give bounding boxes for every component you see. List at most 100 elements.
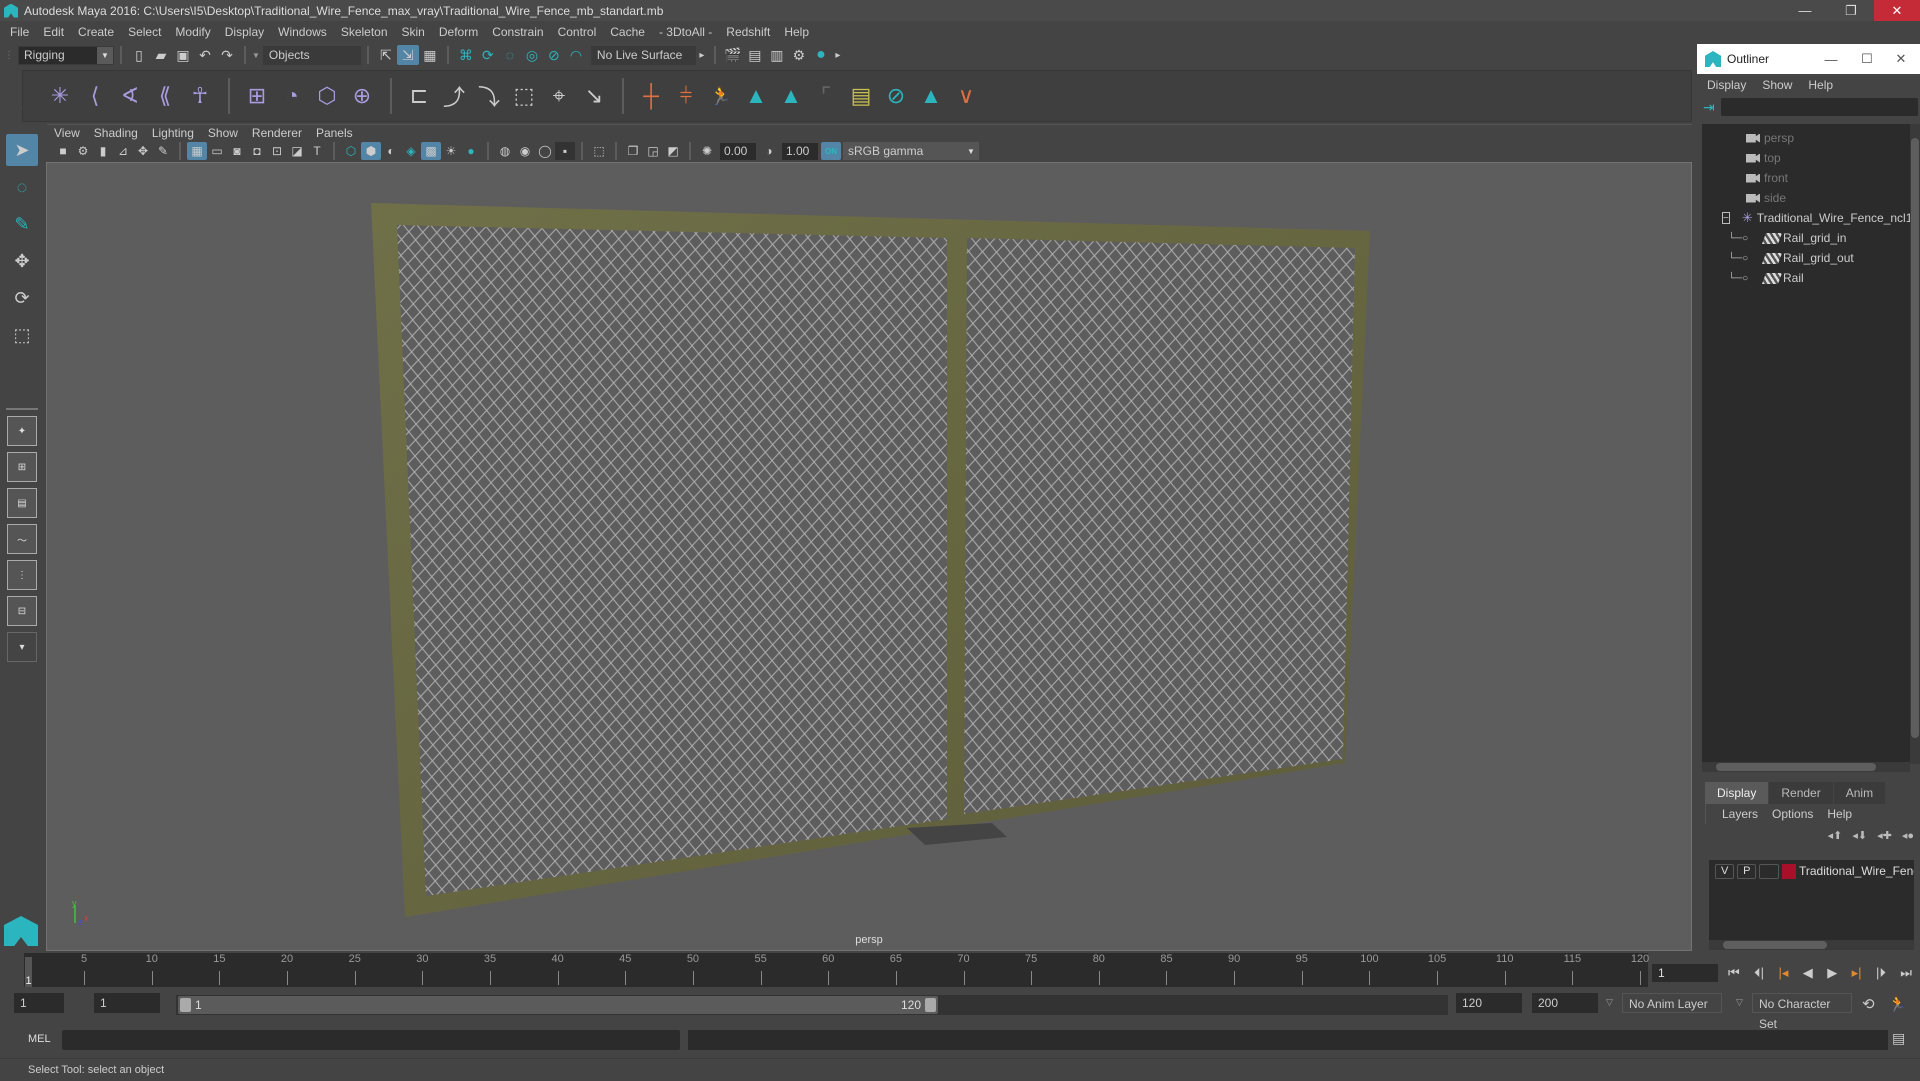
bookmark-icon[interactable]: ▮ xyxy=(93,142,113,160)
character-icon[interactable]: 🏃 xyxy=(704,79,738,113)
grease-pencil-icon[interactable]: ✎ xyxy=(153,142,173,160)
panel-menu-view[interactable]: View xyxy=(54,126,80,140)
scrollbar-thumb[interactable] xyxy=(1911,138,1919,738)
snap-curve-icon[interactable]: ⟳ xyxy=(477,45,499,65)
menu-set-dropdown[interactable]: Rigging ▼ xyxy=(18,45,114,65)
layer-horizontal-scrollbar[interactable] xyxy=(1709,940,1914,950)
play-forwards-icon[interactable]: ▶ xyxy=(1827,965,1837,981)
animation-end-field[interactable]: 200 xyxy=(1532,993,1598,1013)
ipr-render-icon[interactable]: ▥ xyxy=(766,45,788,65)
open-scene-icon[interactable]: ▰ xyxy=(150,45,172,65)
chevron-down-icon[interactable]: ▼ xyxy=(252,51,260,60)
persp-graph-layout-icon[interactable]: 〜 xyxy=(7,524,37,554)
outliner-item-rail-grid-out[interactable]: └─○ Rail_grid_out xyxy=(1702,248,1910,268)
chevron-down-icon[interactable]: ▽ xyxy=(1606,997,1613,1008)
persp-graph-hypergraph-layout-icon[interactable]: ⊟ xyxy=(7,596,37,626)
collapse-arrow-icon[interactable]: ▸ xyxy=(696,45,708,65)
xray-active-icon[interactable]: ◲ xyxy=(643,142,663,160)
range-slider-bar[interactable]: 1 120 xyxy=(178,996,938,1014)
pole-vector-icon[interactable]: ↘ xyxy=(577,79,611,113)
menu-control[interactable]: Control xyxy=(558,25,597,39)
cluster-icon[interactable]: ⊕ xyxy=(345,79,379,113)
perspective-viewport[interactable]: y z x persp xyxy=(46,162,1692,951)
safe-action-icon[interactable]: ◪ xyxy=(287,142,307,160)
snap-magnet-icon[interactable]: ◠ xyxy=(565,45,587,65)
new-layer-icon[interactable]: ◂✚ xyxy=(1877,829,1892,842)
isolate-select-icon[interactable]: ⬚ xyxy=(589,142,609,160)
render-view-icon[interactable]: 🎬 xyxy=(722,45,744,65)
go-to-end-icon[interactable]: ⏭ xyxy=(1900,965,1912,981)
exposure-field[interactable]: 0.00 xyxy=(720,142,756,160)
wireframe-icon[interactable]: ⬡ xyxy=(341,142,361,160)
range-start-handle[interactable] xyxy=(180,998,191,1012)
persp-outliner-layout-icon[interactable]: ▤ xyxy=(7,488,37,518)
step-forward-key-icon[interactable]: ▸| xyxy=(1852,965,1862,981)
outliner-item-front[interactable]: front xyxy=(1702,168,1910,188)
anti-aliasing-icon[interactable]: ◯ xyxy=(535,142,555,160)
menu-skin[interactable]: Skin xyxy=(402,25,425,39)
undo-icon[interactable]: ↶ xyxy=(194,45,216,65)
layer-display-type-toggle[interactable] xyxy=(1759,863,1779,879)
restore-button[interactable]: ❐ xyxy=(1828,0,1874,21)
field-chart-icon[interactable]: ⊡ xyxy=(267,142,287,160)
menu-edit[interactable]: Edit xyxy=(43,25,64,39)
minimize-button[interactable]: — xyxy=(1782,0,1828,21)
screen-space-ao-icon[interactable]: ◍ xyxy=(495,142,515,160)
outliner-vertical-scrollbar[interactable] xyxy=(1910,124,1920,764)
orient-constraint-icon[interactable]: ⤵ xyxy=(472,79,506,113)
playback-end-field[interactable]: 120 xyxy=(1456,993,1522,1013)
select-hierarchy-icon[interactable]: ⇱ xyxy=(375,45,397,65)
paint-weights-icon[interactable]: ◔ xyxy=(275,79,309,113)
snap-view-plane-icon[interactable]: ◎ xyxy=(521,45,543,65)
layer-menu-options[interactable]: Options xyxy=(1772,807,1813,821)
backface-culling-icon[interactable]: ◩ xyxy=(663,142,683,160)
2d-pan-zoom-icon[interactable]: ✥ xyxy=(133,142,153,160)
outliner-item-fence-group[interactable]: − ✳ Traditional_Wire_Fence_ncl1 xyxy=(1702,208,1910,228)
select-tool-icon[interactable]: ➤ xyxy=(6,134,38,166)
display-layer-icon[interactable]: ▤ xyxy=(844,79,878,113)
gate-mask-icon[interactable]: ◘ xyxy=(247,142,267,160)
textured-icon[interactable]: ▩ xyxy=(421,142,441,160)
resolution-gate-icon[interactable]: ◙ xyxy=(227,142,247,160)
select-object-icon[interactable]: ⇲ xyxy=(396,45,419,65)
safe-title-icon[interactable]: T xyxy=(307,142,327,160)
panel-menu-panels[interactable]: Panels xyxy=(316,126,353,140)
render-settings-icon[interactable]: ⚙ xyxy=(788,45,810,65)
hypershade-icon[interactable]: ● xyxy=(810,45,832,65)
select-component-icon[interactable]: ▦ xyxy=(419,45,441,65)
layer-menu-layers[interactable]: Layers xyxy=(1722,807,1758,821)
mirror-joint-icon[interactable]: ∢ xyxy=(113,79,147,113)
outliner-minimize-button[interactable]: — xyxy=(1814,44,1848,74)
scrollbar-thumb[interactable] xyxy=(1723,941,1827,949)
menu-create[interactable]: Create xyxy=(78,25,114,39)
collapse-arrow-icon[interactable]: ▸ xyxy=(832,45,844,65)
menu-windows[interactable]: Windows xyxy=(278,25,327,39)
ik-handle-icon[interactable]: ⟪ xyxy=(148,79,182,113)
maya-script-icon-1[interactable]: ▲ xyxy=(739,79,773,113)
filter-icon[interactable]: ⇥ xyxy=(1703,99,1715,116)
xray-joints-icon[interactable]: ❐ xyxy=(623,142,643,160)
select-camera-icon[interactable]: ■ xyxy=(53,142,73,160)
render-current-frame-icon[interactable]: ▤ xyxy=(744,45,766,65)
move-layer-up-icon[interactable]: ◂⬆ xyxy=(1828,829,1843,842)
panel-menu-renderer[interactable]: Renderer xyxy=(252,126,302,140)
command-input[interactable] xyxy=(62,1030,680,1050)
tab-anim[interactable]: Anim xyxy=(1833,782,1886,804)
step-back-frame-icon[interactable]: ⏴| xyxy=(1754,965,1764,981)
maya-script-icon-3[interactable]: ▲ xyxy=(914,79,948,113)
menu-redshift[interactable]: Redshift xyxy=(726,25,770,39)
gamma-field[interactable]: 1.00 xyxy=(782,142,818,160)
panel-menu-shading[interactable]: Shading xyxy=(94,126,138,140)
paint-select-tool-icon[interactable]: ✎ xyxy=(6,208,38,240)
menu-help[interactable]: Help xyxy=(784,25,809,39)
hypershade-layout-icon[interactable]: ⋮ xyxy=(7,560,37,590)
outliner-search-input[interactable] xyxy=(1720,98,1918,116)
chevron-down-icon[interactable]: ▽ xyxy=(1736,997,1743,1008)
four-view-layout-icon[interactable]: ⊞ xyxy=(7,452,37,482)
outliner-close-button[interactable]: ✕ xyxy=(1884,44,1918,74)
scale-constraint-icon[interactable]: ⬚ xyxy=(507,79,541,113)
outliner-menu-show[interactable]: Show xyxy=(1762,78,1792,92)
auto-key-icon[interactable]: ⟲ xyxy=(1862,995,1875,1013)
outliner-item-rail[interactable]: └─○ Rail xyxy=(1702,268,1910,288)
outliner-horizontal-scrollbar[interactable] xyxy=(1702,762,1910,772)
